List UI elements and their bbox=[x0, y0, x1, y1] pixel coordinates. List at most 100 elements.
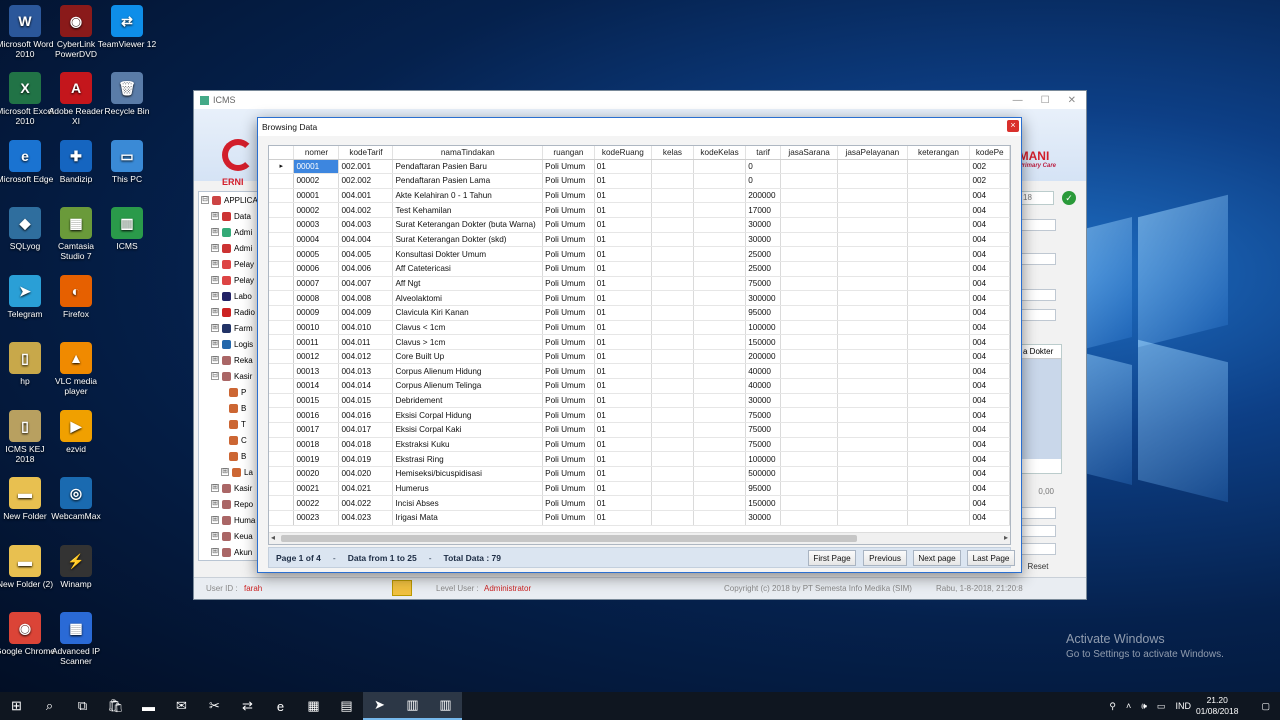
cell-koderuang[interactable]: 01 bbox=[594, 393, 652, 409]
cell-jasapelayanan[interactable] bbox=[837, 349, 908, 365]
cell-kelas[interactable] bbox=[651, 481, 694, 497]
column-header-namatindakan[interactable]: namaTindakan bbox=[392, 146, 544, 160]
row-indicator[interactable] bbox=[269, 276, 295, 292]
table-row[interactable]: 00006 004.006 Aff Catetericasi Poli Umum 01 2… bbox=[269, 261, 1010, 277]
table-row[interactable]: 00018 004.018 Ekstraksi Kuku Poli Umum 01 750… bbox=[269, 437, 1010, 453]
tree-expander-icon[interactable]: ⊞ bbox=[211, 244, 219, 252]
tree-item[interactable]: ⊞ Kasir bbox=[199, 480, 261, 496]
tree-expander-icon[interactable]: ⊞ bbox=[211, 484, 219, 492]
cell-kodekelas[interactable] bbox=[693, 232, 747, 248]
cell-nomer[interactable]: 00018 bbox=[293, 437, 340, 453]
cell-namatindakan[interactable]: Ekstrasi Ring bbox=[392, 451, 544, 467]
cell-koderuang[interactable]: 01 bbox=[594, 217, 652, 233]
cell-kodetarif[interactable]: 004.001 bbox=[338, 188, 394, 204]
cell-jasapelayanan[interactable] bbox=[837, 437, 908, 453]
cell-kodekelas[interactable] bbox=[693, 217, 747, 233]
column-header-kelas[interactable]: kelas bbox=[651, 146, 694, 160]
cell-namatindakan[interactable]: Surat Keterangan Dokter (skd) bbox=[392, 232, 544, 248]
cell-kelas[interactable] bbox=[651, 320, 694, 336]
previous-button[interactable]: Previous bbox=[863, 550, 907, 566]
tree-item[interactable]: T bbox=[199, 416, 261, 432]
cell-kelas[interactable] bbox=[651, 173, 694, 189]
cell-keterangan[interactable] bbox=[907, 320, 971, 336]
cell-nomer[interactable]: 00010 bbox=[293, 320, 340, 336]
cell-nomer[interactable]: 00009 bbox=[293, 305, 340, 321]
cell-kodekelas[interactable] bbox=[693, 451, 747, 467]
row-indicator[interactable] bbox=[269, 510, 295, 526]
cell-keterangan[interactable] bbox=[907, 363, 971, 380]
cell-koderuang[interactable]: 01 bbox=[594, 495, 652, 511]
cell-jasasarana[interactable] bbox=[780, 393, 839, 409]
form-field[interactable] bbox=[1020, 219, 1056, 231]
desktop-icon-teamviewer-12[interactable]: ⇄ TeamViewer 12 bbox=[97, 5, 157, 49]
cell-namatindakan[interactable]: Ekstraksi Kuku bbox=[392, 437, 544, 453]
tree-expander-icon[interactable]: ⊞ bbox=[211, 516, 219, 524]
cell-kodepe[interactable]: 004 bbox=[969, 363, 1010, 380]
table-row[interactable]: 00020 004.020 Hemiseksi/bicuspidisasi Poli … bbox=[269, 466, 1010, 482]
column-header-keterangan[interactable]: keterangan bbox=[907, 146, 971, 160]
desktop-icon-winamp[interactable]: ⚡ Winamp bbox=[46, 545, 106, 589]
cell-koderuang[interactable]: 01 bbox=[594, 378, 652, 394]
cell-jasapelayanan[interactable] bbox=[837, 320, 908, 336]
cell-koderuang[interactable]: 01 bbox=[594, 202, 652, 219]
form-field[interactable] bbox=[1020, 507, 1056, 519]
cell-kodepe[interactable]: 004 bbox=[969, 437, 1010, 453]
cell-koderuang[interactable]: 01 bbox=[594, 349, 652, 365]
tray-up-icon[interactable]: ˄ bbox=[1126, 701, 1131, 711]
row-indicator[interactable] bbox=[269, 334, 295, 350]
cell-tarif[interactable]: 30000 bbox=[745, 232, 781, 248]
cell-ruangan[interactable]: Poli Umum bbox=[542, 334, 595, 350]
cell-ruangan[interactable]: Poli Umum bbox=[542, 159, 595, 175]
cell-ruangan[interactable]: Poli Umum bbox=[542, 217, 595, 233]
cell-tarif[interactable]: 95000 bbox=[745, 305, 781, 321]
cell-namatindakan[interactable]: Test Kehamilan bbox=[392, 202, 544, 219]
row-indicator[interactable]: ▸ bbox=[269, 159, 295, 175]
cell-kodekelas[interactable] bbox=[693, 407, 747, 424]
tree-expander-icon[interactable]: ⊞ bbox=[211, 356, 219, 364]
cell-namatindakan[interactable]: Corpus Alienum Hidung bbox=[392, 363, 544, 380]
cell-kodetarif[interactable]: 004.013 bbox=[338, 363, 394, 380]
cell-tarif[interactable]: 150000 bbox=[745, 495, 781, 511]
cell-ruangan[interactable]: Poli Umum bbox=[542, 393, 595, 409]
form-field[interactable] bbox=[1020, 253, 1056, 265]
desktop-icon-recycle-bin[interactable]: 🗑 Recycle Bin bbox=[97, 72, 157, 116]
row-indicator[interactable] bbox=[269, 363, 295, 380]
cell-jasapelayanan[interactable] bbox=[837, 378, 908, 394]
cell-jasapelayanan[interactable] bbox=[837, 510, 908, 526]
cell-jasasarana[interactable] bbox=[780, 481, 839, 497]
next-page-button[interactable]: Next page bbox=[913, 550, 961, 566]
cell-kodekelas[interactable] bbox=[693, 320, 747, 336]
tree-item[interactable]: ⊞ Akun bbox=[199, 544, 261, 560]
cell-tarif[interactable]: 500000 bbox=[745, 466, 781, 482]
cell-jasapelayanan[interactable] bbox=[837, 334, 908, 350]
cell-kodetarif[interactable]: 004.009 bbox=[338, 305, 394, 321]
cell-kodepe[interactable]: 004 bbox=[969, 378, 1010, 394]
cell-jasapelayanan[interactable] bbox=[837, 407, 908, 424]
cell-jasasarana[interactable] bbox=[780, 407, 839, 424]
cell-keterangan[interactable] bbox=[907, 393, 971, 409]
cell-jasasarana[interactable] bbox=[780, 246, 839, 262]
table-row[interactable]: 00023 004.023 Irigasi Mata Poli Umum 01 30000… bbox=[269, 510, 1010, 526]
row-indicator[interactable] bbox=[269, 320, 295, 336]
reset-button[interactable]: Reset bbox=[1020, 561, 1056, 573]
ok-check-icon[interactable]: ✓ bbox=[1062, 191, 1076, 205]
column-header-jasapelayanan[interactable]: jasaPelayanan bbox=[837, 146, 908, 160]
cell-ruangan[interactable]: Poli Umum bbox=[542, 363, 595, 380]
cell-keterangan[interactable] bbox=[907, 202, 971, 219]
cell-nomer[interactable]: 00006 bbox=[293, 261, 340, 277]
cell-kodetarif[interactable]: 004.015 bbox=[338, 393, 394, 409]
cell-keterangan[interactable] bbox=[907, 290, 971, 306]
cell-jasapelayanan[interactable] bbox=[837, 495, 908, 511]
cell-namatindakan[interactable]: Corpus Alienum Telinga bbox=[392, 378, 544, 394]
cell-koderuang[interactable]: 01 bbox=[594, 290, 652, 306]
row-indicator[interactable] bbox=[269, 202, 295, 219]
cell-kodepe[interactable]: 004 bbox=[969, 232, 1010, 248]
cell-ruangan[interactable]: Poli Umum bbox=[542, 290, 595, 306]
table-row[interactable]: 00009 004.009 Clavicula Kiri Kanan Poli Umu… bbox=[269, 305, 1010, 321]
cell-ruangan[interactable]: Poli Umum bbox=[542, 349, 595, 365]
cell-kodekelas[interactable] bbox=[693, 363, 747, 380]
cell-jasasarana[interactable] bbox=[780, 495, 839, 511]
cell-keterangan[interactable] bbox=[907, 422, 971, 438]
table-row[interactable]: 00015 004.015 Debridement Poli Umum 01 30000 0… bbox=[269, 393, 1010, 409]
cell-koderuang[interactable]: 01 bbox=[594, 173, 652, 189]
